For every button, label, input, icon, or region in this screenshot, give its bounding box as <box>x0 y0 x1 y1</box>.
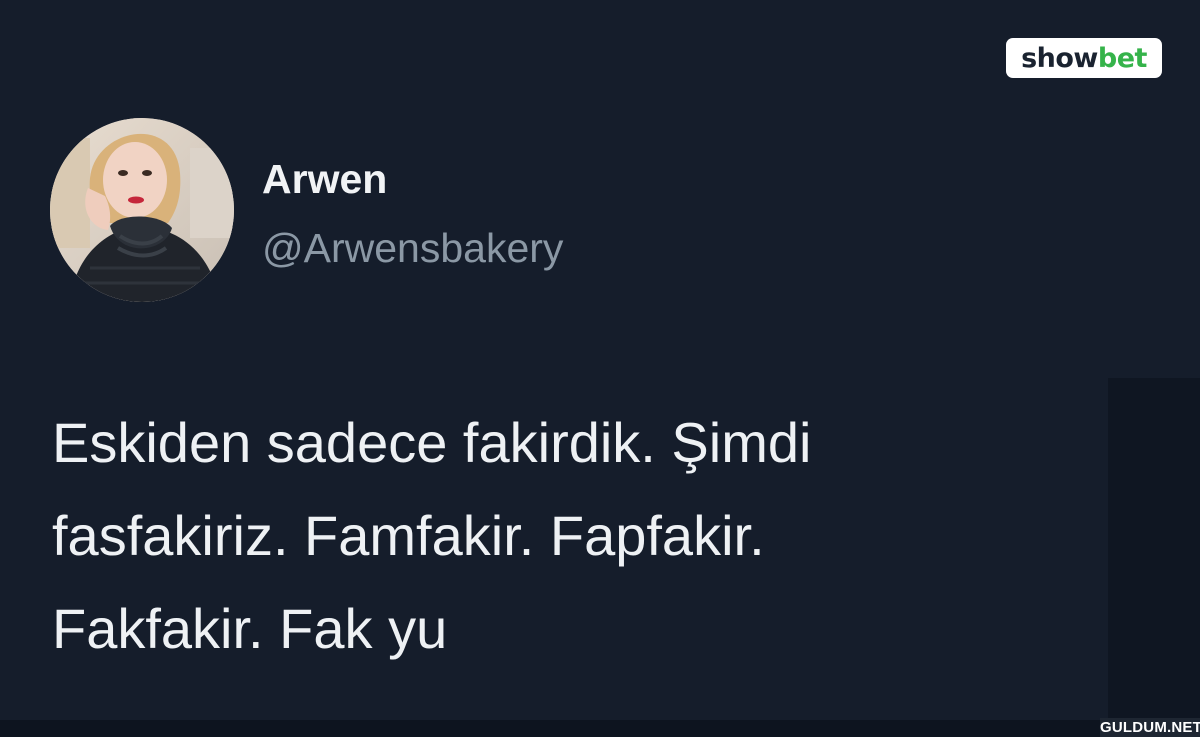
watermark-label: GULDUM.NET <box>1100 718 1200 737</box>
tweet-text: Eskiden sadece fakirdik. Şimdi fasfakiri… <box>52 396 1092 675</box>
logo-text-show: show <box>1021 42 1098 74</box>
tweet-text-line: Eskiden sadece fakirdik. Şimdi <box>52 411 812 474</box>
author-handle[interactable]: @Arwensbakery <box>262 224 563 272</box>
showbet-logo: show bet <box>1006 38 1162 78</box>
author-display-name[interactable]: Arwen <box>262 155 387 203</box>
background-band-right <box>1108 378 1200 720</box>
avatar-image <box>50 118 234 302</box>
logo-text-bet: bet <box>1097 42 1148 74</box>
tweet-text-line: fasfakiriz. Famfakir. Fapfakir. <box>52 504 765 567</box>
avatar[interactable] <box>50 118 234 302</box>
background-band-bottom <box>0 720 1200 737</box>
tweet-screenshot: show bet Arwen @Arwensbakery Eskiden sad… <box>0 0 1200 737</box>
tweet-text-line: Fakfakir. Fak yu <box>52 597 448 660</box>
